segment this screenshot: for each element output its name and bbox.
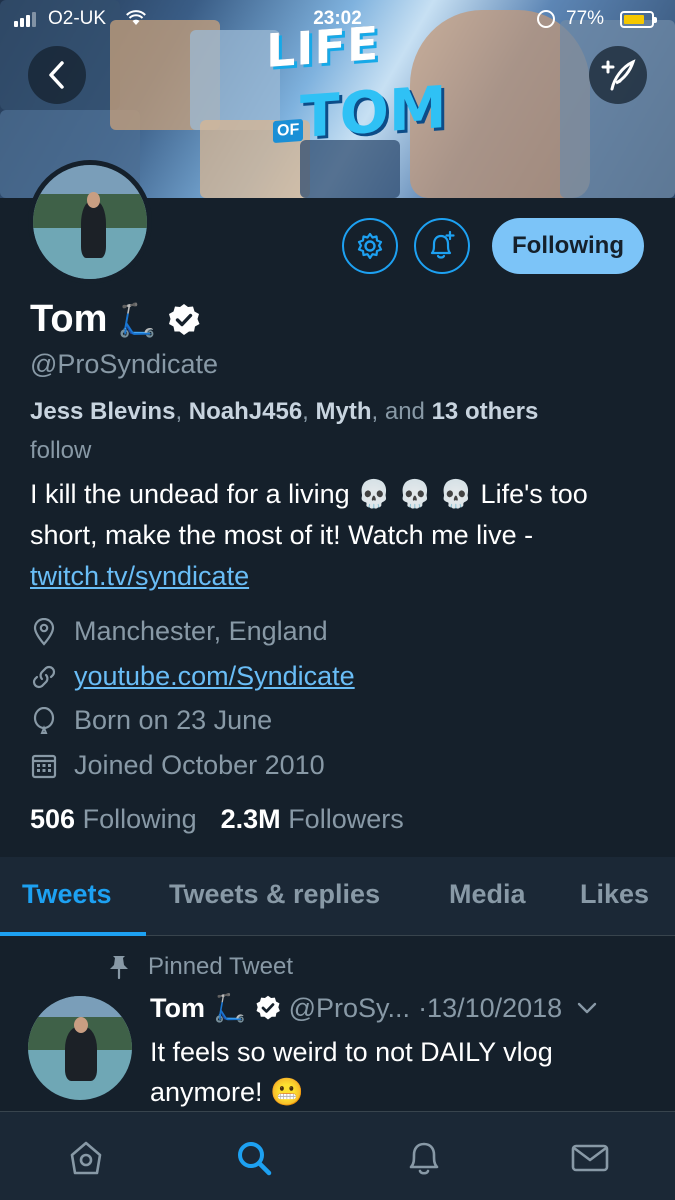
- website-link[interactable]: youtube.com/Syndicate: [74, 661, 355, 692]
- others-label: others: [464, 398, 539, 425]
- profile-name: Tom: [30, 298, 108, 340]
- nav-messages[interactable]: [568, 1136, 612, 1180]
- follow-counts: 506 Following 2.3M Followers: [30, 804, 404, 835]
- verified-badge-icon: [169, 303, 200, 335]
- pin-icon: [110, 956, 128, 980]
- envelope-icon: [571, 1144, 609, 1172]
- calendar-icon: [30, 752, 58, 780]
- status-bar: O2-UK 23:02 77%: [0, 0, 675, 40]
- tweet-author-avatar[interactable]: [28, 996, 132, 1100]
- rotation-lock-icon: [537, 10, 555, 28]
- profile-settings-button[interactable]: [342, 218, 398, 274]
- profile-joined: Joined October 2010: [30, 750, 325, 781]
- profile-handle: @ProSyndicate: [30, 349, 218, 379]
- compose-tweet-button[interactable]: [589, 46, 647, 104]
- tweet-author-name: Tom: [150, 992, 205, 1023]
- verified-badge-icon: [256, 995, 280, 1020]
- following-button[interactable]: Following: [492, 218, 644, 274]
- profile-avatar[interactable]: [28, 160, 152, 284]
- tab-media[interactable]: Media: [449, 879, 526, 910]
- profile-website[interactable]: youtube.com/Syndicate: [30, 661, 355, 692]
- banner-logo-tom: TOM: [300, 72, 447, 152]
- nav-search[interactable]: [232, 1136, 276, 1180]
- compose-tweet-icon: [601, 59, 636, 91]
- tab-likes[interactable]: Likes: [580, 879, 649, 910]
- tweet-date: ·13/10/2018: [418, 992, 563, 1023]
- follower-name: Jess Blevins: [30, 398, 176, 425]
- follower-name: Myth: [315, 398, 372, 425]
- tweet-author-handle: @ProSy...: [288, 992, 411, 1023]
- banner-logo-of: OF: [273, 118, 304, 144]
- follower-name: NoahJ456: [188, 398, 303, 425]
- bell-plus-icon: [430, 230, 455, 259]
- tab-tweets-replies[interactable]: Tweets & replies: [169, 879, 380, 910]
- location-pin-icon: [30, 617, 58, 646]
- home-icon: [70, 1141, 102, 1175]
- pinned-tweet-label: Pinned Tweet: [108, 953, 293, 981]
- chevron-left-icon: [49, 61, 64, 89]
- tweet-header: Tom 🛴 @ProSy... ·13/10/2018: [150, 992, 660, 1024]
- scooter-emoji: 🛴: [117, 301, 158, 338]
- search-icon: [238, 1142, 272, 1176]
- battery-icon: [620, 11, 657, 28]
- notifications-subscribe-button[interactable]: [414, 218, 470, 274]
- balloon-icon: [30, 706, 58, 735]
- profile-tabs: Tweets Tweets & replies Media Likes: [0, 857, 675, 936]
- active-tab-indicator: [0, 932, 146, 936]
- following-count-link[interactable]: 506 Following: [30, 804, 197, 835]
- back-button[interactable]: [28, 46, 86, 104]
- chevron-down-icon[interactable]: [576, 1001, 598, 1015]
- link-icon: [30, 663, 58, 691]
- profile-location: Manchester, England: [30, 616, 328, 647]
- tab-tweets[interactable]: Tweets: [22, 879, 112, 910]
- nav-notifications[interactable]: [402, 1136, 446, 1180]
- tweet-text: It feels so weird to not DAILY vlog anym…: [150, 1037, 553, 1107]
- battery-percent: 77%: [566, 8, 605, 29]
- profile-name-row: Tom 🛴: [30, 298, 201, 341]
- gear-icon: [357, 232, 383, 260]
- followers-you-know[interactable]: Jess Blevins, NoahJ456, Myth, and 13 oth…: [30, 392, 550, 470]
- profile-birthday: Born on 23 June: [30, 705, 272, 736]
- other-followers-count: 13: [431, 398, 459, 425]
- scooter-emoji: 🛴: [213, 993, 247, 1023]
- profile-bio: I kill the undead for a living 💀 💀 💀 Lif…: [30, 479, 588, 591]
- nav-home[interactable]: [64, 1136, 108, 1180]
- bottom-navigation: [0, 1111, 675, 1200]
- bell-icon: [409, 1142, 439, 1175]
- bio-link[interactable]: twitch.tv/syndicate: [30, 561, 249, 591]
- followers-count-link[interactable]: 2.3M Followers: [221, 804, 404, 835]
